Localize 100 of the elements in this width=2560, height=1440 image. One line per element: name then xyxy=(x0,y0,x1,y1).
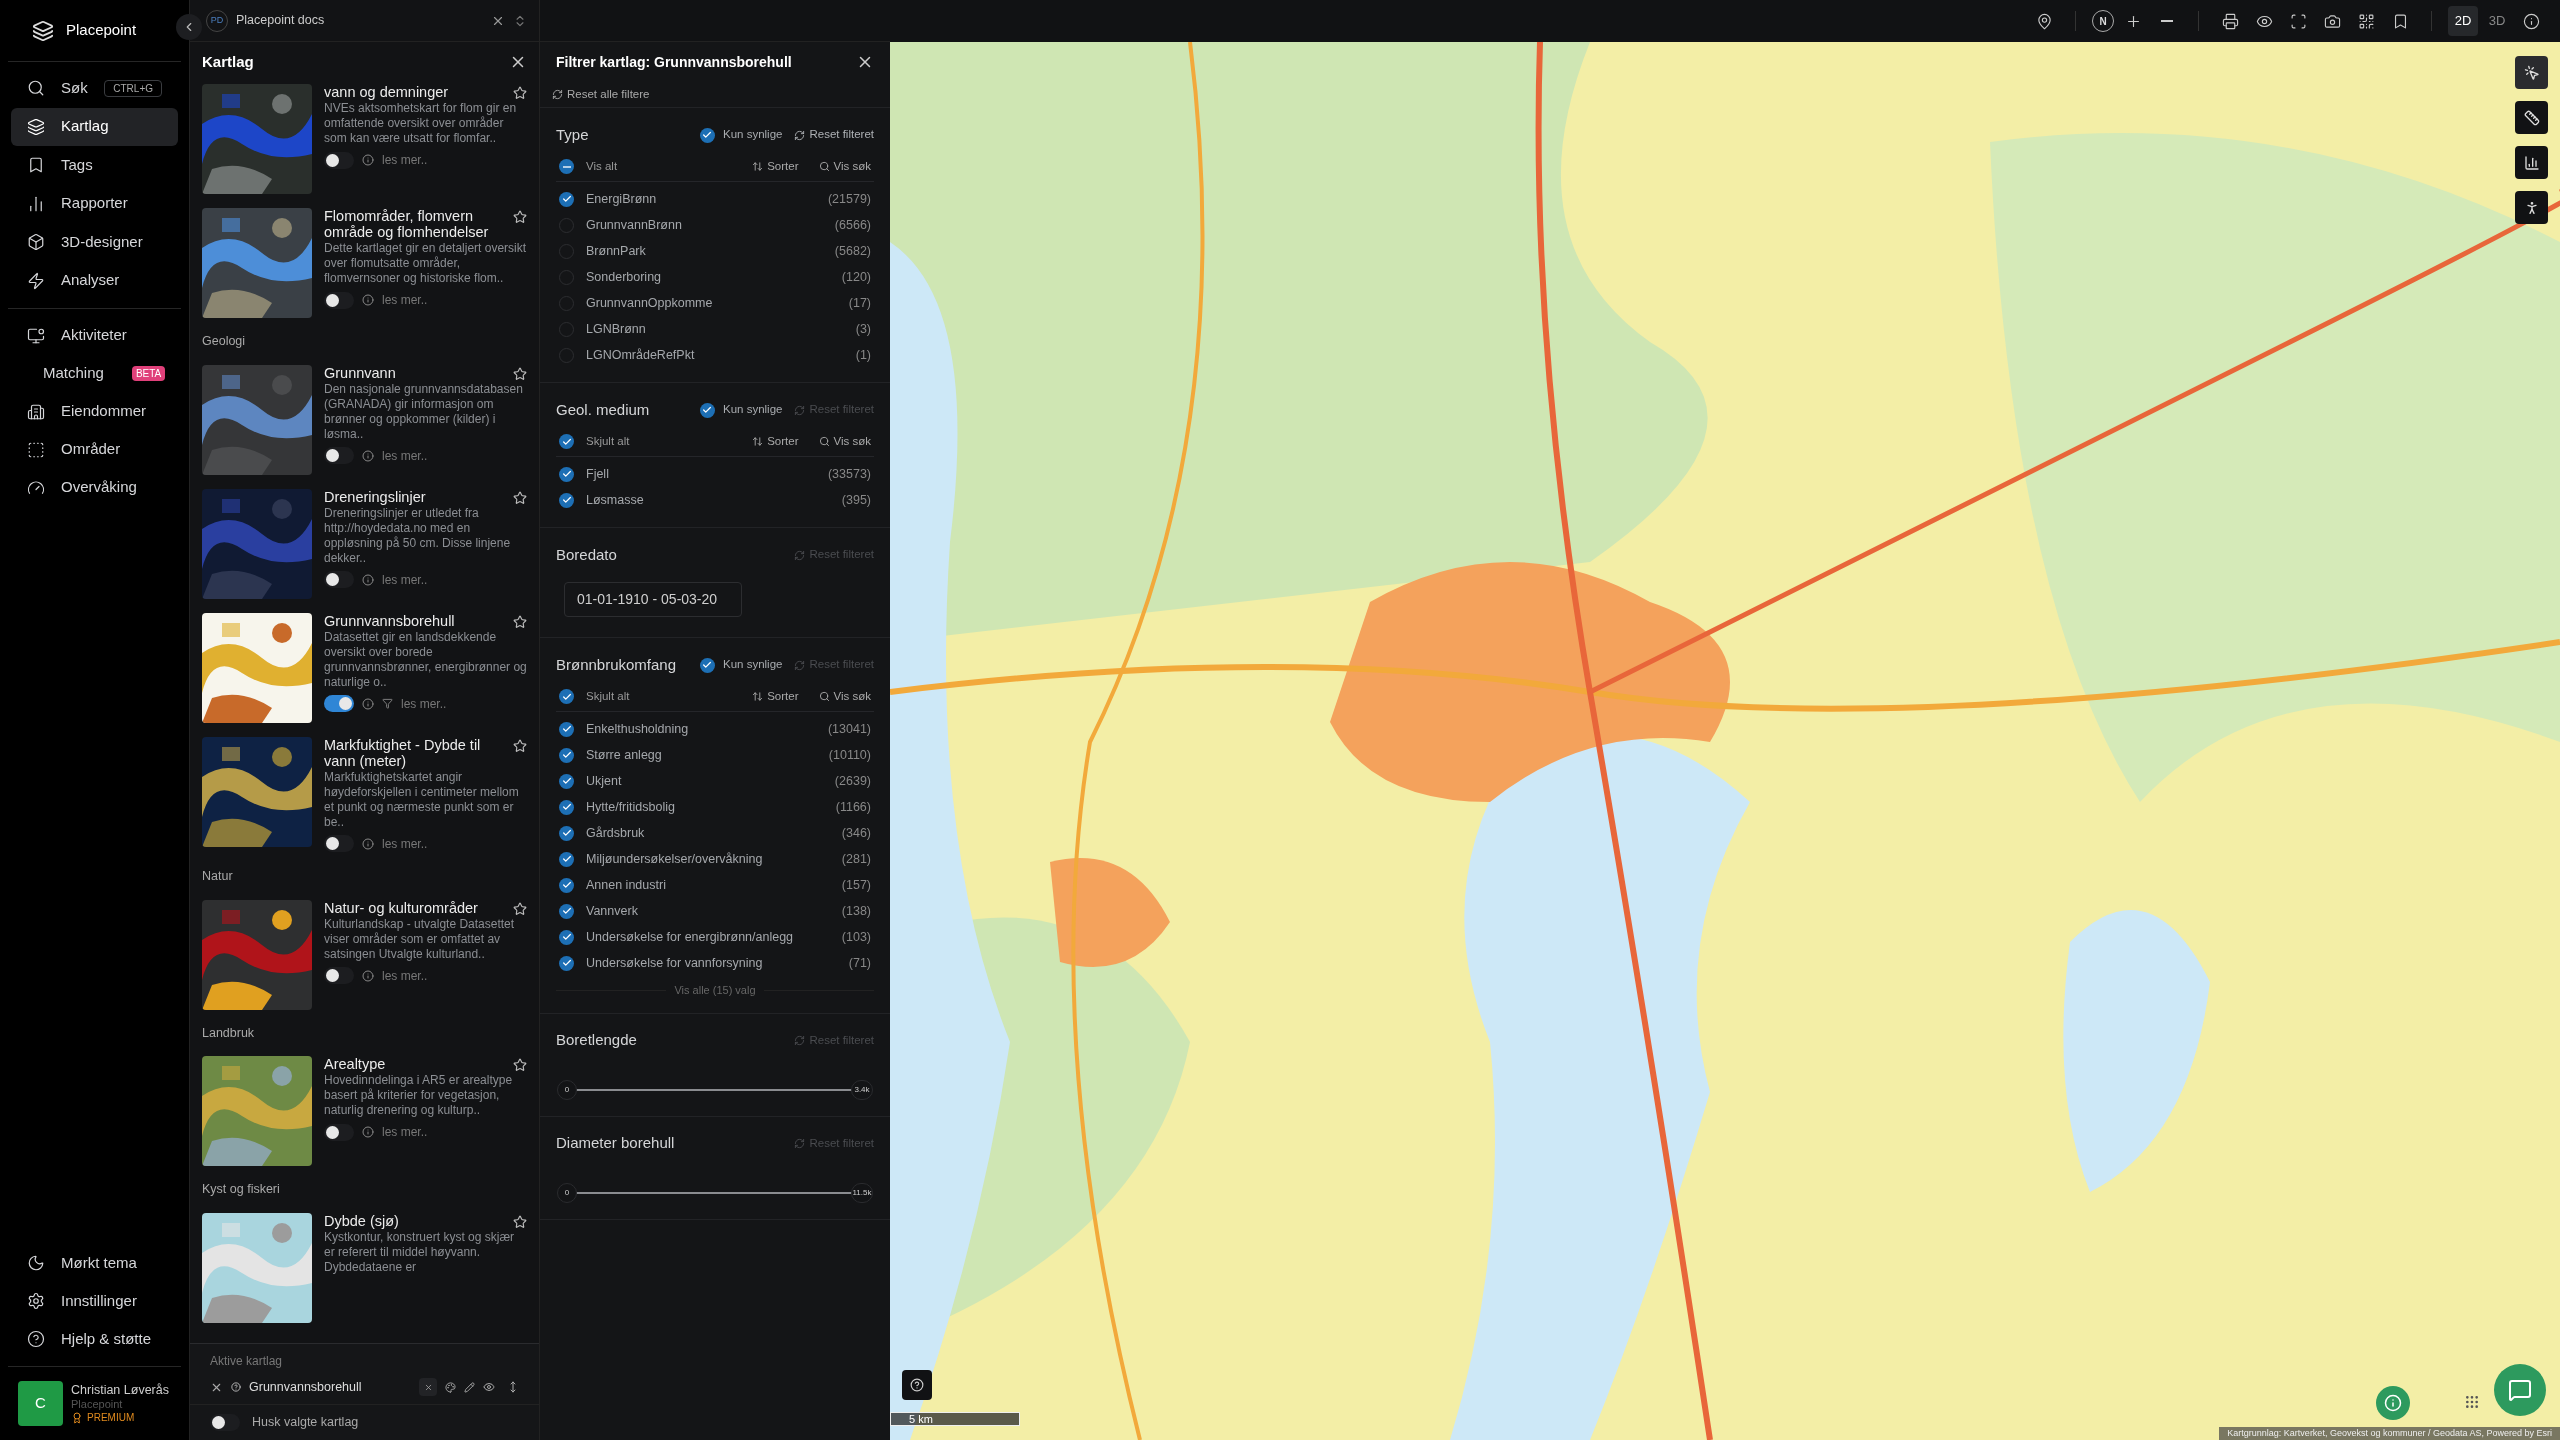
nav-item[interactable]: Mørkt tema xyxy=(11,1244,178,1282)
pencil-icon[interactable] xyxy=(464,1381,475,1393)
slider-handle[interactable]: 0 xyxy=(557,1182,577,1203)
toggle-switch[interactable] xyxy=(324,151,354,169)
read-more-link[interactable]: les mer.. xyxy=(382,291,428,309)
search-button[interactable]: Vis søk xyxy=(818,432,871,451)
nav-item[interactable]: Aktiviteter xyxy=(11,316,178,355)
checkbox[interactable] xyxy=(559,159,574,174)
nav-item[interactable]: Områder xyxy=(11,430,178,469)
checkbox[interactable] xyxy=(559,903,574,919)
sort-button[interactable]: Sorter xyxy=(752,432,799,451)
checkbox[interactable] xyxy=(559,955,574,971)
checkbox[interactable] xyxy=(699,402,715,418)
checkbox[interactable] xyxy=(559,492,574,508)
help-button[interactable] xyxy=(902,1370,932,1400)
read-more-link[interactable]: les mer.. xyxy=(382,151,428,169)
view-mode-tab[interactable]: 3D xyxy=(2482,6,2512,36)
checkbox[interactable] xyxy=(559,689,574,704)
nav-item[interactable]: Søk CTRL+G xyxy=(11,69,178,107)
checkbox[interactable] xyxy=(559,929,574,945)
toggle-switch[interactable] xyxy=(324,835,354,853)
info-icon[interactable] xyxy=(362,573,374,586)
nav-item[interactable]: Rapporter xyxy=(11,184,178,223)
toggle-switch[interactable] xyxy=(324,447,354,465)
nav-item[interactable]: Innstillinger xyxy=(11,1282,178,1320)
toggle-switch[interactable] xyxy=(210,1414,240,1431)
option-count: (21579) xyxy=(827,190,871,208)
nav-item[interactable]: Overvåking xyxy=(11,468,178,507)
read-more-link[interactable]: les mer.. xyxy=(382,570,428,589)
read-more-link[interactable]: les mer.. xyxy=(382,446,428,465)
star-icon[interactable] xyxy=(513,366,527,381)
collapse-button[interactable] xyxy=(176,14,202,40)
eye-icon[interactable] xyxy=(483,1381,495,1393)
star-icon[interactable] xyxy=(513,901,527,916)
star-icon[interactable] xyxy=(513,210,527,224)
info-icon[interactable] xyxy=(362,697,374,710)
info-icon[interactable] xyxy=(362,969,374,982)
read-more-link[interactable]: les mer.. xyxy=(401,694,447,713)
date-range-field[interactable]: 01-01-1910 - 05-03-20 xyxy=(564,582,742,617)
checkbox[interactable] xyxy=(559,466,574,482)
read-more-link[interactable]: les mer.. xyxy=(382,834,428,853)
checkbox[interactable] xyxy=(559,773,574,789)
workspace-name[interactable]: Placepoint docs xyxy=(236,11,483,30)
info-icon[interactable] xyxy=(362,1126,374,1139)
slider-handle[interactable]: 0 xyxy=(557,1079,577,1100)
reset-all-button[interactable]: Reset alle filtere xyxy=(552,85,650,104)
palette-icon[interactable] xyxy=(445,1381,456,1393)
nav-item[interactable]: Tags xyxy=(11,146,178,184)
star-icon[interactable] xyxy=(513,738,527,753)
checkbox[interactable] xyxy=(559,799,574,815)
filter-icon[interactable] xyxy=(382,698,393,710)
checkbox[interactable] xyxy=(559,851,574,867)
info-icon[interactable] xyxy=(362,449,374,462)
info-icon[interactable] xyxy=(362,837,374,850)
toggle-switch[interactable] xyxy=(324,1123,354,1141)
reset-button[interactable]: Reset filteret xyxy=(794,126,874,144)
star-icon[interactable] xyxy=(513,1058,527,1073)
search-button[interactable]: Vis søk xyxy=(818,687,871,706)
clear-button[interactable] xyxy=(419,1378,437,1396)
checkbox[interactable] xyxy=(559,721,574,737)
active-layer-name: Grunnvannsborehull xyxy=(249,1378,363,1396)
nav-item[interactable]: 3D-designer xyxy=(11,223,178,261)
sort-button[interactable]: Sorter xyxy=(752,687,799,706)
checkbox[interactable] xyxy=(559,191,574,207)
checkbox[interactable] xyxy=(559,877,574,893)
checkbox[interactable] xyxy=(699,657,715,673)
star-icon[interactable] xyxy=(513,614,527,629)
ruler-button[interactable] xyxy=(2515,101,2548,134)
checkbox[interactable] xyxy=(559,434,574,449)
help-icon xyxy=(231,1382,241,1392)
checkbox[interactable] xyxy=(559,747,574,763)
toggle-switch[interactable] xyxy=(324,291,354,309)
info-icon[interactable] xyxy=(362,294,374,306)
info-icon[interactable] xyxy=(362,154,374,166)
nav-item[interactable]: Analyser xyxy=(11,261,178,300)
bar-chart-button[interactable] xyxy=(2515,146,2548,179)
checkbox[interactable] xyxy=(699,127,715,143)
search-button[interactable]: Vis søk xyxy=(818,157,871,176)
grip-icon[interactable] xyxy=(2464,1394,2480,1410)
star-icon[interactable] xyxy=(513,1215,527,1229)
star-icon[interactable] xyxy=(513,490,527,505)
checkbox[interactable] xyxy=(559,825,574,841)
sort-button[interactable]: Sorter xyxy=(752,157,799,176)
toggle-switch[interactable] xyxy=(324,967,354,984)
read-more-link[interactable]: les mer.. xyxy=(382,966,428,985)
nav-item[interactable]: Eiendommer xyxy=(11,392,178,431)
check-icon xyxy=(561,436,572,447)
slider-handle[interactable]: 11.5k xyxy=(851,1182,873,1203)
nav-item[interactable]: Kartlag xyxy=(11,107,178,146)
star-icon[interactable] xyxy=(513,86,527,100)
read-more-link[interactable]: les mer.. xyxy=(382,1123,428,1142)
slider-handle[interactable]: 3.4k xyxy=(851,1079,873,1100)
view-mode-tab[interactable]: 2D xyxy=(2448,6,2478,36)
pointer-button[interactable] xyxy=(2515,56,2548,89)
walking-person-button[interactable] xyxy=(2515,191,2548,224)
nav-item[interactable]: Matching BETA xyxy=(11,354,178,393)
toggle-switch[interactable] xyxy=(324,695,354,713)
nav-item[interactable]: Hjelp & støtte xyxy=(11,1320,178,1358)
user-avatar[interactable]: C xyxy=(18,1381,63,1426)
toggle-switch[interactable] xyxy=(324,571,354,589)
